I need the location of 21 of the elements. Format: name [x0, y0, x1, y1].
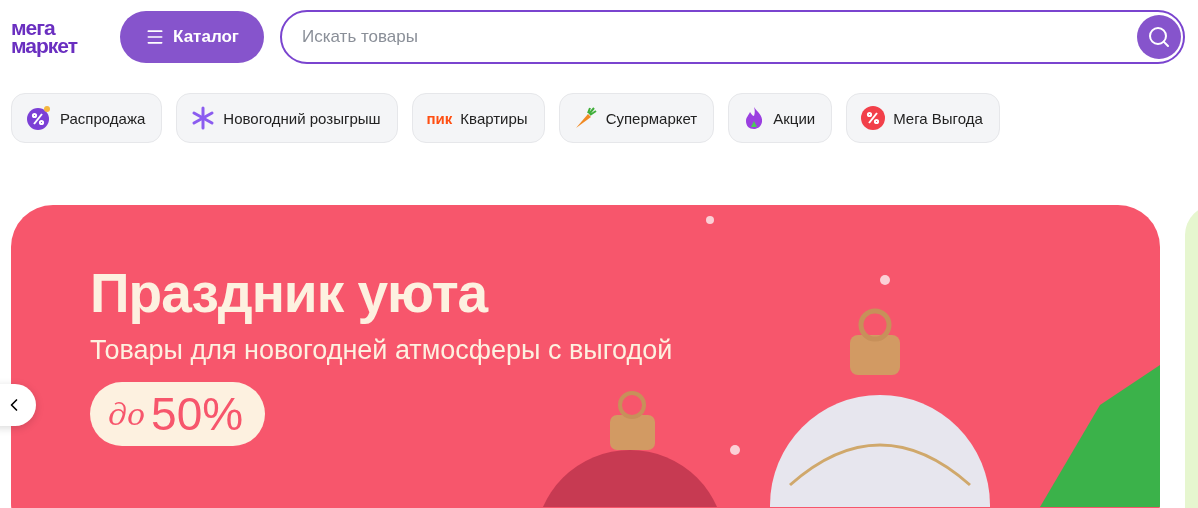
catalog-button[interactable]: Каталог: [120, 11, 264, 63]
banner-title: Праздник уюта: [90, 261, 488, 325]
discount-value: 50%: [151, 387, 244, 441]
percent-icon: [861, 106, 886, 130]
category-chip[interactable]: пик Квартиры: [411, 93, 545, 143]
search-button[interactable]: [1137, 15, 1181, 59]
category-chip[interactable]: Акции: [728, 93, 833, 143]
snowflake-icon: [191, 106, 216, 130]
category-chip[interactable]: Мега Выгода: [846, 93, 1000, 143]
banner-subtitle: Товары для новогодней атмосферы с выгодой: [90, 335, 673, 366]
discount-prefix: до: [108, 396, 146, 432]
search-bar[interactable]: Искать товары: [280, 10, 1185, 64]
search-icon: [1147, 25, 1171, 49]
brand-logo: пик: [426, 109, 453, 127]
logo-text[interactable]: мега: [11, 19, 104, 37]
logo-text[interactable]: маркет: [11, 37, 104, 55]
carrot-icon: [573, 106, 598, 130]
percent-ball-icon: [26, 105, 52, 131]
category-chip[interactable]: Супермаркет: [558, 93, 715, 143]
category-chip[interactable]: Распродажа: [11, 93, 163, 143]
category-chip[interactable]: Новогодний розыгрыш: [176, 93, 398, 143]
